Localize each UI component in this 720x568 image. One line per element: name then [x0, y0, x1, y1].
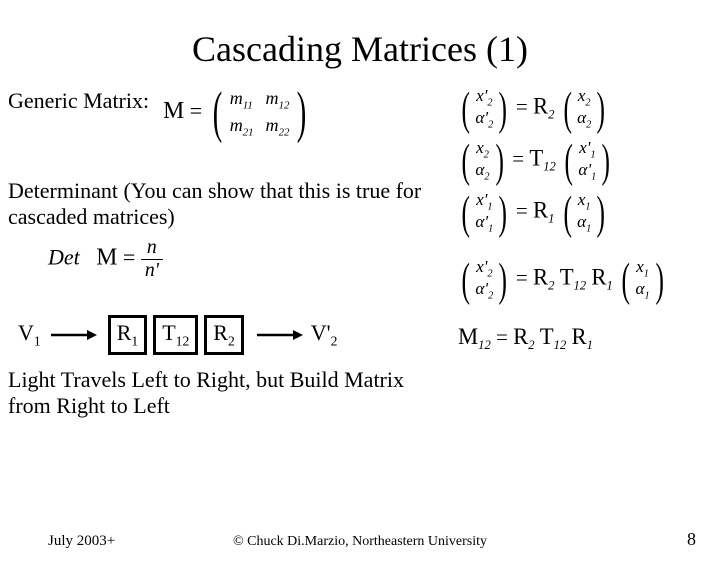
- determinant-formula: Det M = n n': [48, 238, 448, 281]
- cascade-v2: V'2: [311, 320, 338, 349]
- generic-matrix-formula: M = ( m11 m12 m21 m22 ): [163, 88, 311, 138]
- cascade-v1: V1: [18, 320, 41, 349]
- cascade-box-r2: R2: [204, 315, 244, 355]
- arrow-right-icon: [255, 328, 303, 342]
- generic-matrix-label: Generic Matrix:: [8, 88, 149, 114]
- eq-r2: ( x'2 α'2 ) = R2 ( x2 α2 ): [458, 87, 698, 130]
- eq-combined: ( x'2 α'2 ) = R2 T12 R1 ( x1 α1 ): [458, 258, 698, 301]
- arrow-right-icon: [49, 328, 97, 342]
- determinant-label: Determinant (You can show that this is t…: [8, 178, 448, 230]
- left-column: Generic Matrix: M = ( m11 m12 m21 m22 ) …: [8, 88, 448, 419]
- determinant-block: Determinant (You can show that this is t…: [8, 178, 448, 281]
- footer-copyright: © Chuck Di.Marzio, Northeastern Universi…: [0, 534, 720, 550]
- light-travels-text: Light Travels Left to Right, but Build M…: [8, 367, 448, 419]
- cascade-box-t12: T12: [153, 315, 198, 355]
- eq-m12: M12 = R2 T12 R1: [458, 324, 698, 353]
- cascade-diagram: V1 R1 T12 R2 V'2: [8, 315, 448, 355]
- right-column: ( x'2 α'2 ) = R2 ( x2 α2 ) (: [458, 78, 698, 362]
- generic-matrix-row: Generic Matrix: M = ( m11 m12 m21 m22 ): [8, 88, 448, 138]
- cascade-box-r1: R1: [108, 315, 148, 355]
- eq-t12: ( x2 α2 ) = T12 ( x'1 α'1 ): [458, 139, 698, 182]
- eq-r1: ( x'1 α'1 ) = R1 ( x1 α1 ): [458, 191, 698, 234]
- page-title: Cascading Matrices (1): [0, 28, 720, 70]
